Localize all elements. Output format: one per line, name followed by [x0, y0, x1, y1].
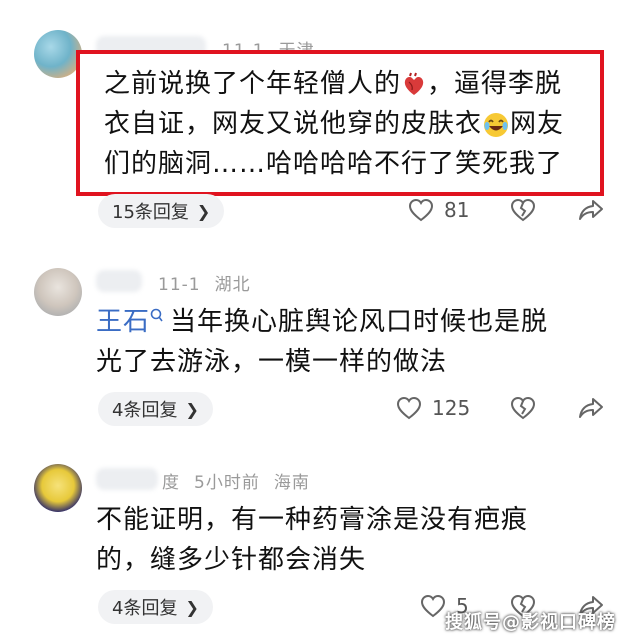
comment-date: 5小时前: [194, 473, 260, 493]
chevron-right-icon: ❯: [185, 597, 199, 617]
broken-heart-icon: [510, 396, 536, 420]
share-button[interactable]: [578, 198, 604, 226]
watermark: 搜狐号@影视口碑榜: [445, 612, 616, 633]
heart-outline-icon: [396, 396, 422, 420]
username-blurred[interactable]: [96, 270, 142, 292]
like-count: 81: [444, 198, 470, 222]
reply-count-button[interactable]: 4条回复 ❯: [98, 590, 213, 624]
like-count: 125: [432, 396, 471, 420]
like-button[interactable]: 81: [408, 198, 469, 222]
comment-location: 海南: [273, 473, 310, 493]
comment-text-line: ，逼得李脱: [427, 69, 563, 99]
avatar[interactable]: [34, 268, 82, 316]
comment-meta: 度 5小时前 海南: [162, 468, 324, 493]
search-icon: [150, 308, 163, 322]
comment-location: 湖北: [214, 275, 251, 295]
highlighted-comment-box: 之前说换了个年轻僧人的 ，逼得李脱 衣自证，网友又说他穿的皮肤衣 网友 们的脑洞………: [76, 50, 604, 196]
comment-text-line: 不能证明，有一种药膏涂是没有疤痕: [96, 505, 529, 535]
comment-text-line: 的，缝多少针都会消失: [96, 545, 367, 575]
reply-count-button[interactable]: 4条回复 ❯: [98, 392, 213, 426]
heart-outline-icon: [408, 198, 434, 222]
username-blurred[interactable]: [96, 468, 158, 490]
share-icon: [579, 398, 603, 418]
reply-count-label: 4条回复: [112, 400, 178, 421]
comment-text: 不能证明，有一种药膏涂是没有疤痕 的，缝多少针都会消失: [96, 500, 616, 580]
comment-text-line: 光了去游泳，一模一样的做法: [96, 347, 448, 377]
heart-outline-icon: [420, 594, 446, 618]
comment-text-line: 衣自证，网友又说他穿的皮肤衣: [104, 109, 483, 139]
share-icon: [579, 200, 603, 220]
laughing-tears-icon: [484, 112, 509, 137]
comment-text-line: 之前说换了个年轻僧人的: [104, 69, 402, 99]
user-mention-name: 王石: [96, 307, 151, 337]
avatar[interactable]: [34, 30, 82, 78]
comment-text: 之前说换了个年轻僧人的 ，逼得李脱 衣自证，网友又说他穿的皮肤衣 网友 们的脑洞………: [104, 64, 594, 184]
comment-text: 王石 当年换心脏舆论风口时候也是脱 光了去游泳，一模一样的做法: [96, 302, 616, 382]
avatar[interactable]: [34, 464, 82, 512]
comment-text-line: 们的脑洞……哈哈哈哈不行了笑死我了: [104, 149, 564, 179]
dislike-button[interactable]: [510, 396, 536, 424]
comment-date: 11-1: [158, 275, 201, 295]
dislike-button[interactable]: [510, 198, 536, 226]
comment-meta: 11-1 湖北: [158, 270, 265, 295]
anatomical-heart-icon: [404, 72, 424, 95]
like-button[interactable]: 125: [396, 396, 470, 420]
chevron-right-icon: ❯: [185, 399, 199, 419]
broken-heart-icon: [510, 198, 536, 222]
username-suffix: 度: [162, 473, 180, 493]
reply-count-label: 4条回复: [112, 598, 178, 619]
user-mention-link[interactable]: 王石: [96, 307, 164, 337]
share-button[interactable]: [578, 396, 604, 424]
comment-text-line: 当年换心脏舆论风口时候也是脱: [170, 307, 549, 337]
reply-count-button[interactable]: 15条回复 ❯: [98, 194, 225, 228]
chevron-right-icon: ❯: [196, 201, 211, 221]
comment-text-line: 网友: [510, 109, 565, 139]
reply-count-label: 15条回复: [112, 202, 189, 223]
